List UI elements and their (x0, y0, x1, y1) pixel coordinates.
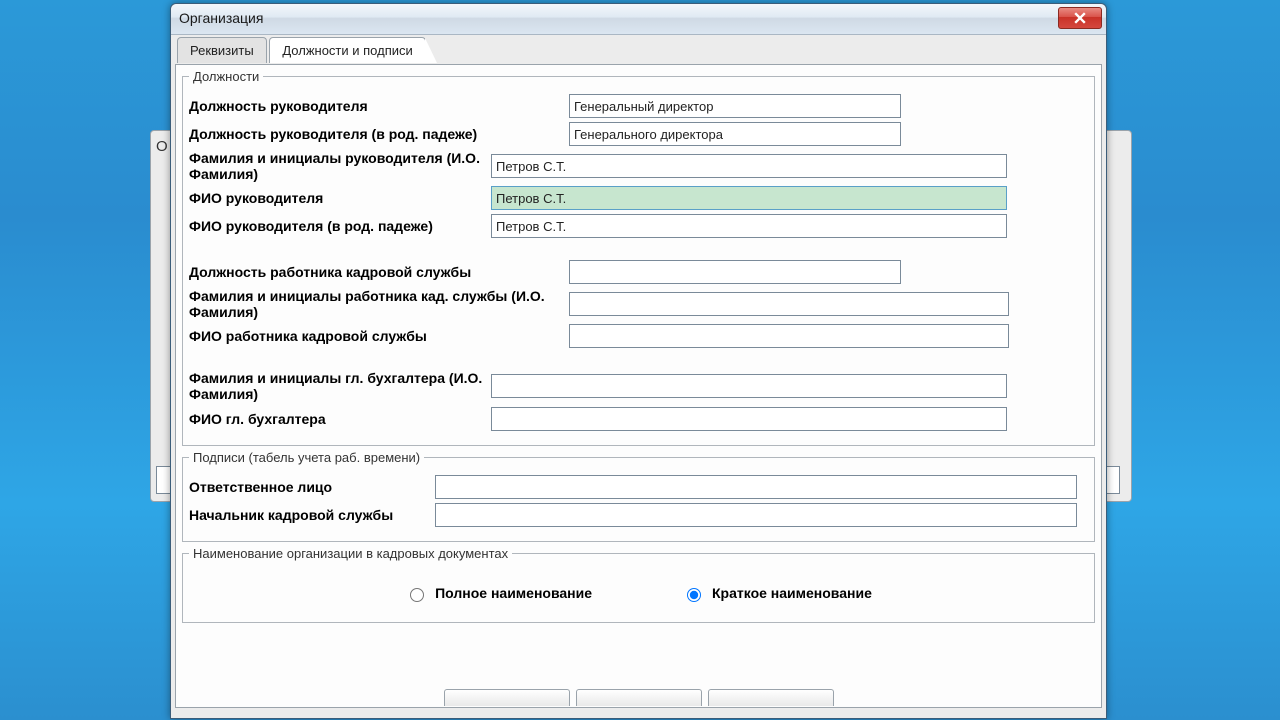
bottom-button-3[interactable] (708, 689, 834, 706)
label-head-fio-gen: ФИО руководителя (в род. падеже) (189, 218, 491, 234)
dialog-window: Организация Реквизиты Должности и подпис… (170, 3, 1107, 719)
input-hr-position[interactable] (569, 260, 901, 284)
label-hr-position: Должность работника кадровой службы (189, 264, 569, 280)
bottom-button-2[interactable] (576, 689, 702, 706)
label-head-short: Фамилия и инициалы руководителя (И.О. Фа… (189, 150, 491, 182)
label-acc-fio: ФИО гл. бухгалтера (189, 411, 491, 427)
input-hr-chief[interactable] (435, 503, 1077, 527)
group-signatures: Подписи (табель учета раб. времени) Отве… (182, 450, 1095, 542)
input-head-fio-gen[interactable] (491, 214, 1007, 238)
input-head-position-gen[interactable] (569, 122, 901, 146)
input-hr-fio[interactable] (569, 324, 1009, 348)
tab-details-label: Реквизиты (190, 43, 254, 58)
tab-positions-label: Должности и подписи (282, 43, 412, 58)
radio-short-name-input[interactable] (687, 588, 701, 602)
tab-details[interactable]: Реквизиты (177, 37, 267, 63)
input-hr-short[interactable] (569, 292, 1009, 316)
input-acc-fio[interactable] (491, 407, 1007, 431)
label-head-position: Должность руководителя (189, 98, 569, 114)
bottom-button-bar (176, 689, 1101, 707)
group-positions-legend: Должности (189, 69, 263, 84)
window-title: Организация (179, 10, 263, 26)
close-icon (1074, 12, 1086, 24)
radio-short-name-label: Краткое наименование (712, 585, 872, 601)
group-orgname-legend: Наименование организации в кадровых доку… (189, 546, 512, 561)
label-hr-fio: ФИО работника кадровой службы (189, 328, 569, 344)
titlebar: Организация (171, 4, 1106, 35)
label-responsible: Ответственное лицо (189, 479, 435, 495)
group-signatures-legend: Подписи (табель учета раб. времени) (189, 450, 424, 465)
label-acc-short: Фамилия и инициалы гл. бухгалтера (И.О. … (189, 370, 491, 402)
dialog-client-area: Должности Должность руководителя Должнос… (175, 64, 1102, 708)
tab-strip: Реквизиты Должности и подписи (171, 37, 1106, 65)
radio-short-name[interactable]: Краткое наименование (682, 585, 872, 602)
label-hr-short: Фамилия и инициалы работника кад. службы… (189, 288, 569, 320)
bottom-button-1[interactable] (444, 689, 570, 706)
radio-full-name[interactable]: Полное наименование (405, 585, 592, 602)
close-button[interactable] (1058, 7, 1102, 29)
group-orgname: Наименование организации в кадровых доку… (182, 546, 1095, 623)
label-head-position-gen: Должность руководителя (в род. падеже) (189, 126, 569, 142)
input-head-position[interactable] (569, 94, 901, 118)
tab-positions[interactable]: Должности и подписи (269, 37, 425, 63)
input-head-short[interactable] (491, 154, 1007, 178)
background-window-letter: О (156, 138, 168, 155)
radio-full-name-input[interactable] (410, 588, 424, 602)
label-head-fio: ФИО руководителя (189, 190, 491, 206)
label-hr-chief: Начальник кадровой службы (189, 507, 435, 523)
input-responsible[interactable] (435, 475, 1077, 499)
radio-full-name-label: Полное наименование (435, 585, 592, 601)
input-acc-short[interactable] (491, 374, 1007, 398)
group-positions: Должности Должность руководителя Должнос… (182, 69, 1095, 446)
input-head-fio[interactable] (491, 186, 1007, 210)
